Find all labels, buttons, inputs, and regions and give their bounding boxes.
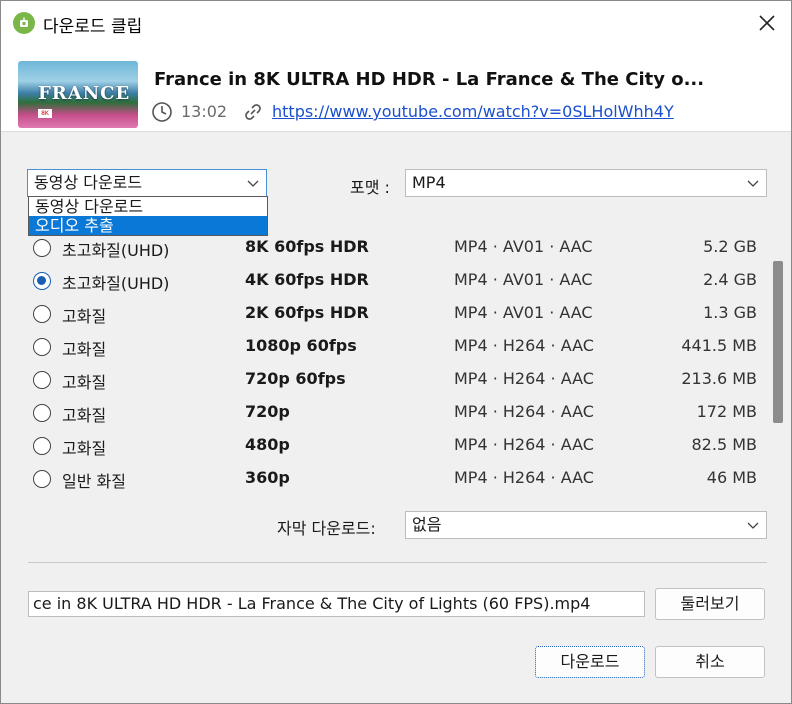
stream-radio[interactable] (33, 338, 51, 356)
stream-radio[interactable] (33, 404, 51, 422)
stream-size: 441.5 MB (681, 336, 757, 355)
stream-resolution: 360p (245, 468, 290, 487)
stream-codec: MP4 · H264 · AAC (454, 435, 594, 454)
mode-option-audio[interactable]: 오디오 추출 (29, 216, 267, 235)
stream-codec: MP4 · H264 · AAC (454, 369, 594, 388)
stream-row[interactable]: 초고화질(UHD) 4K 60fps HDR MP4 · AV01 · AAC … (27, 264, 757, 297)
thumbnail-badge: 8K (38, 109, 52, 118)
stream-resolution: 720p (245, 402, 290, 421)
browse-button[interactable]: 둘러보기 (655, 588, 765, 620)
stream-radio[interactable] (33, 272, 51, 290)
stream-resolution: 480p (245, 435, 290, 454)
section-divider (28, 562, 767, 563)
stream-row[interactable]: 고화질 720p MP4 · H264 · AAC 172 MB (27, 396, 757, 429)
app-logo-icon (13, 12, 35, 34)
link-icon (245, 104, 261, 120)
stream-radio[interactable] (33, 305, 51, 323)
stream-quality: 고화질 (62, 340, 107, 359)
stream-resolution: 1080p 60fps (245, 336, 357, 355)
stream-quality: 고화질 (62, 406, 107, 425)
stream-quality: 고화질 (62, 439, 107, 458)
download-button[interactable]: 다운로드 (535, 646, 645, 678)
stream-list-scrollbar[interactable] (773, 261, 783, 423)
stream-codec: MP4 · AV01 · AAC (454, 270, 593, 289)
output-filename-field[interactable]: ce in 8K ULTRA HD HDR - La France & The … (28, 591, 645, 617)
stream-radio[interactable] (33, 437, 51, 455)
chevron-down-icon (747, 180, 759, 187)
subtitle-select[interactable]: 없음 (405, 511, 767, 539)
stream-row[interactable]: 고화질 1080p 60fps MP4 · H264 · AAC 441.5 M… (27, 330, 757, 363)
stream-radio[interactable] (33, 239, 51, 257)
chevron-down-icon (747, 522, 759, 529)
clock-icon (152, 102, 172, 122)
stream-size: 5.2 GB (703, 237, 757, 256)
stream-row[interactable]: 고화질 720p 60fps MP4 · H264 · AAC 213.6 MB (27, 363, 757, 396)
stream-quality: 초고화질(UHD) (62, 274, 170, 293)
thumbnail-title-text: FRANCE (38, 83, 131, 104)
stream-radio[interactable] (33, 470, 51, 488)
download-mode-dropdown: 동영상 다운로드 오디오 추출 (28, 196, 268, 236)
stream-size: 46 MB (706, 468, 757, 487)
stream-row[interactable]: 고화질 480p MP4 · H264 · AAC 82.5 MB (27, 429, 757, 462)
cancel-button[interactable]: 취소 (655, 646, 765, 678)
chevron-down-icon (247, 180, 259, 187)
close-button[interactable] (753, 9, 781, 37)
stream-size: 2.4 GB (703, 270, 757, 289)
stream-codec: MP4 · H264 · AAC (454, 336, 594, 355)
stream-resolution: 2K 60fps HDR (245, 303, 369, 322)
stream-radio[interactable] (33, 371, 51, 389)
stream-codec: MP4 · AV01 · AAC (454, 303, 593, 322)
format-select[interactable]: MP4 (405, 169, 767, 197)
download-mode-select[interactable]: 동영상 다운로드 (27, 169, 267, 197)
stream-size: 82.5 MB (691, 435, 758, 454)
stream-codec: MP4 · H264 · AAC (454, 468, 594, 487)
stream-size: 172 MB (696, 402, 757, 421)
stream-resolution: 8K 60fps HDR (245, 237, 369, 256)
stream-size: 1.3 GB (703, 303, 757, 322)
stream-codec: MP4 · AV01 · AAC (454, 237, 593, 256)
header-divider (1, 131, 791, 132)
stream-quality: 초고화질(UHD) (62, 241, 170, 260)
stream-row[interactable]: 고화질 2K 60fps HDR MP4 · AV01 · AAC 1.3 GB (27, 297, 757, 330)
stream-codec: MP4 · H264 · AAC (454, 402, 594, 421)
subtitle-label: 자막 다운로드: (277, 519, 376, 538)
format-label: 포맷 : (350, 178, 390, 197)
stream-size: 213.6 MB (681, 369, 757, 388)
window-title: 다운로드 클립 (43, 17, 143, 37)
title-bar: 다운로드 클립 (1, 1, 791, 45)
stream-resolution: 720p 60fps (245, 369, 346, 388)
subtitle-value: 없음 (412, 515, 442, 534)
stream-row[interactable]: 일반 화질 360p MP4 · H264 · AAC 46 MB (27, 462, 757, 495)
stream-list: 초고화질(UHD) 8K 60fps HDR MP4 · AV01 · AAC … (27, 227, 787, 495)
video-url-link[interactable]: https://www.youtube.com/watch?v=0SLHolWh… (272, 102, 674, 121)
format-value: MP4 (412, 173, 446, 192)
mode-option-video[interactable]: 동영상 다운로드 (29, 197, 267, 216)
video-duration: 13:02 (181, 102, 228, 121)
video-info-header: FRANCE 8K France in 8K ULTRA HD HDR - La… (1, 45, 791, 131)
download-mode-value: 동영상 다운로드 (34, 173, 143, 192)
video-title: France in 8K ULTRA HD HDR - La France & … (154, 69, 705, 90)
stream-resolution: 4K 60fps HDR (245, 270, 369, 289)
stream-quality: 고화질 (62, 373, 107, 392)
close-icon (759, 15, 775, 31)
download-clip-dialog: 다운로드 클립 FRANCE 8K France in 8K ULTRA HD … (0, 0, 792, 704)
video-thumbnail: FRANCE 8K (18, 61, 138, 128)
stream-quality: 일반 화질 (62, 472, 126, 491)
stream-quality: 고화질 (62, 307, 107, 326)
